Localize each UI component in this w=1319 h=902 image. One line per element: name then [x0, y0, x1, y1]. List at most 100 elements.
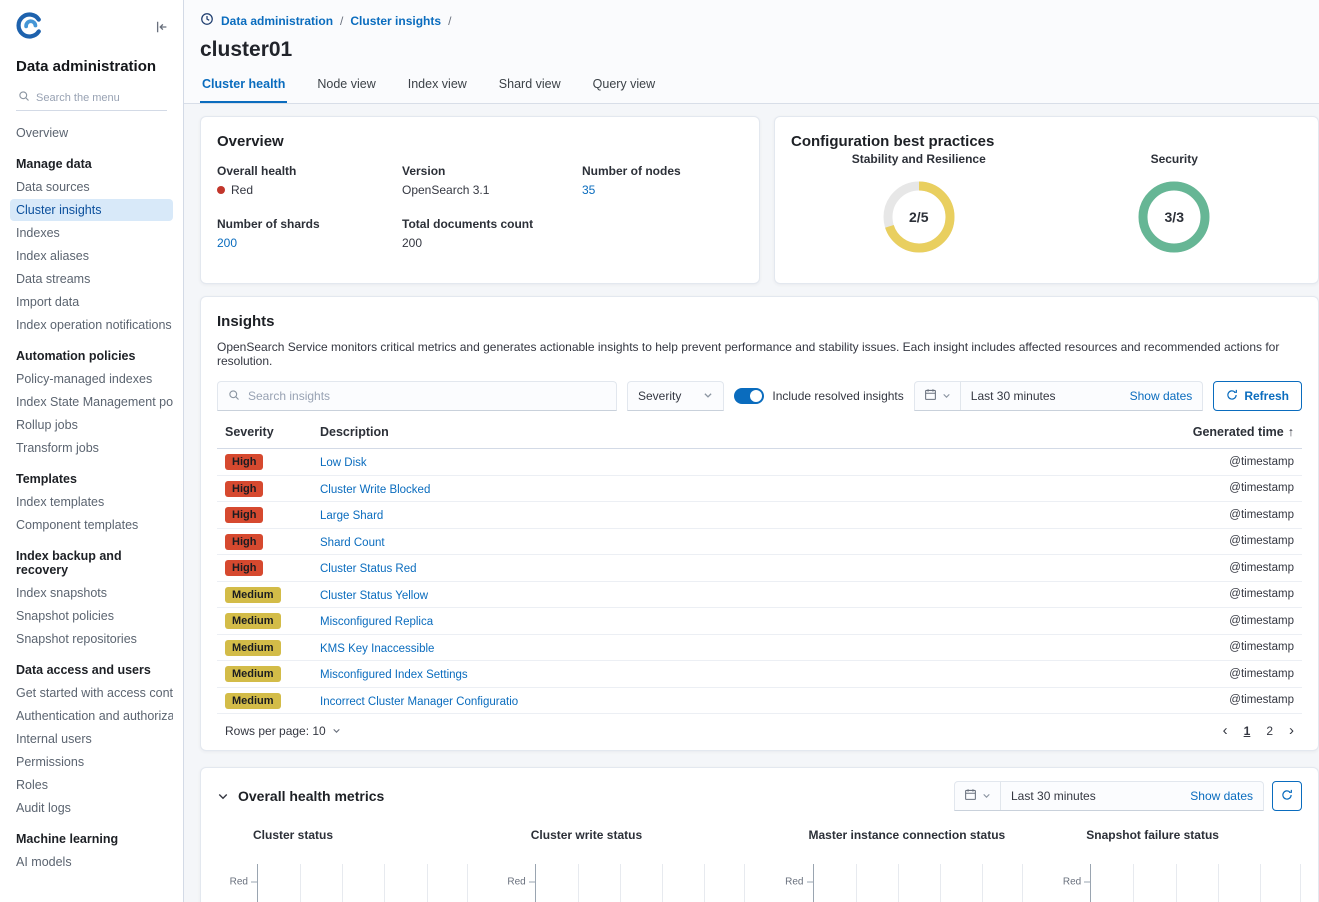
insight-link-kms-key-inaccessible[interactable]: KMS Key Inaccessible [320, 643, 434, 655]
rows-per-page-label: Rows per page: 10 [225, 724, 326, 738]
sidebar-search-input[interactable]: Search the menu [16, 85, 167, 111]
y-axis-labels: RedYellowGreen [1050, 864, 1090, 902]
sidebar-item-get-started-with-access-control[interactable]: Get started with access control [10, 682, 173, 704]
sidebar-item-indexes[interactable]: Indexes [10, 222, 173, 244]
summary-row: Overview Overall healthRedVersionOpenSea… [200, 116, 1319, 284]
calendar-dropdown-button[interactable] [915, 382, 961, 410]
refresh-button[interactable]: Refresh [1213, 381, 1302, 411]
y-axis-labels: RedYellowGreen [773, 864, 813, 902]
column-header-severity: Severity [225, 425, 320, 439]
health-metrics-title: Overall health metrics [238, 788, 384, 804]
y-label-red: Red [230, 877, 257, 888]
sidebar-item-rollup-jobs[interactable]: Rollup jobs [10, 414, 173, 436]
severity-filter-select[interactable]: Severity [627, 381, 724, 411]
sidebar-item-internal-users[interactable]: Internal users [10, 728, 173, 750]
sidebar-section-header: Manage data [10, 145, 173, 175]
sidebar-item-index-state-management-policies[interactable]: Index State Management policies [10, 391, 173, 413]
insight-link-shard-count[interactable]: Shard Count [320, 537, 385, 549]
insights-date-picker[interactable]: Last 30 minutes Show dates [914, 381, 1204, 411]
field-label: Total documents count [402, 217, 582, 231]
breadcrumb-link-data-administration[interactable]: Data administration [221, 14, 333, 28]
sidebar-item-index-templates[interactable]: Index templates [10, 491, 173, 513]
insight-link-cluster-status-yellow[interactable]: Cluster Status Yellow [320, 590, 428, 602]
next-page-button[interactable]: › [1289, 723, 1294, 738]
calendar-dropdown-button[interactable] [955, 782, 1001, 810]
sidebar-item-transform-jobs[interactable]: Transform jobs [10, 437, 173, 459]
insights-table-footer: Rows per page: 10 ‹ 1 2 › [217, 714, 1302, 742]
calendar-icon [924, 388, 937, 404]
sidebar-item-policy-managed-indexes[interactable]: Policy-managed indexes [10, 368, 173, 390]
insight-link-low-disk[interactable]: Low Disk [320, 457, 367, 469]
insights-search-input[interactable]: Search insights [217, 381, 617, 411]
sidebar-item-snapshot-policies[interactable]: Snapshot policies [10, 605, 173, 627]
sidebar-item-audit-logs[interactable]: Audit logs [10, 797, 173, 819]
severity-cell: Medium [225, 692, 320, 709]
field-value-link[interactable]: 200 [217, 236, 237, 250]
chart-snapshot-failure-status: Snapshot failure statusRedYellowGreen [1050, 828, 1302, 902]
tab-index-view[interactable]: Index view [406, 77, 469, 103]
sidebar-item-import-data[interactable]: Import data [10, 291, 173, 313]
sidebar-item-snapshot-repositories[interactable]: Snapshot repositories [10, 628, 173, 650]
sidebar-item-overview[interactable]: Overview [10, 122, 173, 144]
plot-area [535, 864, 747, 902]
main-area: Data administration/Cluster insights/ cl… [184, 0, 1319, 902]
insight-link-misconfigured-replica[interactable]: Misconfigured Replica [320, 616, 433, 628]
insight-link-incorrect-cluster-manager-configuratio[interactable]: Incorrect Cluster Manager Configuratio [320, 696, 518, 708]
previous-page-button[interactable]: ‹ [1223, 723, 1228, 738]
tab-node-view[interactable]: Node view [315, 77, 377, 103]
recent-clock-icon[interactable] [200, 12, 214, 29]
tab-cluster-health[interactable]: Cluster health [200, 77, 287, 103]
collapse-sidebar-icon[interactable] [155, 20, 169, 34]
sidebar-item-permissions[interactable]: Permissions [10, 751, 173, 773]
plot-area [257, 864, 469, 902]
show-dates-button[interactable]: Show dates [1120, 389, 1203, 403]
table-row: MediumIncorrect Cluster Manager Configur… [217, 688, 1302, 715]
rows-per-page-select[interactable]: Rows per page: 10 [225, 724, 341, 738]
insight-link-cluster-status-red[interactable]: Cluster Status Red [320, 563, 417, 575]
sidebar-item-data-sources[interactable]: Data sources [10, 176, 173, 198]
health-date-picker[interactable]: Last 30 minutes Show dates [954, 781, 1264, 811]
sidebar-item-authentication-and-authorization[interactable]: Authentication and authorization [10, 705, 173, 727]
collapse-section-chevron-icon[interactable] [217, 790, 229, 802]
column-header-generated-time[interactable]: Generated time↑ [1144, 425, 1294, 439]
page-number-1[interactable]: 1 [1244, 724, 1251, 738]
severity-badge: Medium [225, 666, 281, 682]
sidebar-item-roles[interactable]: Roles [10, 774, 173, 796]
gauge-stability-and-resilience: Stability and Resilience2/5 [791, 152, 1047, 256]
gridline [467, 864, 468, 902]
show-dates-button[interactable]: Show dates [1180, 789, 1263, 803]
insight-link-cluster-write-blocked[interactable]: Cluster Write Blocked [320, 484, 430, 496]
insight-link-large-shard[interactable]: Large Shard [320, 510, 383, 522]
overview-panel: Overview Overall healthRedVersionOpenSea… [200, 116, 760, 284]
gauge-value: 2/5 [880, 178, 958, 256]
overview-field-total-documents-count: Total documents count200 [402, 217, 582, 250]
time-range-value[interactable]: Last 30 minutes [961, 389, 1120, 403]
severity-cell: High [225, 533, 320, 550]
generated-time-cell: @timestamp [1144, 456, 1294, 468]
sidebar-item-data-streams[interactable]: Data streams [10, 268, 173, 290]
table-row: MediumKMS Key Inaccessible@timestamp [217, 635, 1302, 662]
chart-master-instance-connection-status: Master instance connection statusRedYell… [773, 828, 1025, 902]
sidebar-item-ai-models[interactable]: AI models [10, 851, 173, 873]
gridline [1300, 864, 1301, 902]
gauge-security: Security3/3 [1047, 152, 1303, 256]
include-resolved-toggle[interactable] [734, 388, 764, 404]
insight-link-misconfigured-index-settings[interactable]: Misconfigured Index Settings [320, 669, 468, 681]
sidebar-item-index-operation-notifications[interactable]: Index operation notifications [10, 314, 173, 336]
tab-shard-view[interactable]: Shard view [497, 77, 563, 103]
sidebar-item-cluster-insights[interactable]: Cluster insights [10, 199, 173, 221]
breadcrumb-link-cluster-insights[interactable]: Cluster insights [350, 14, 441, 28]
sidebar-item-component-templates[interactable]: Component templates [10, 514, 173, 536]
tab-query-view[interactable]: Query view [591, 77, 658, 103]
page-number-2[interactable]: 2 [1266, 724, 1273, 738]
refresh-button[interactable] [1272, 781, 1302, 811]
plot-row: RedYellowGreen [1050, 864, 1302, 902]
time-range-value[interactable]: Last 30 minutes [1001, 789, 1180, 803]
breadcrumb-separator: / [448, 14, 451, 28]
sidebar-item-index-aliases[interactable]: Index aliases [10, 245, 173, 267]
page-header: Data administration/Cluster insights/ cl… [184, 0, 1319, 104]
sidebar-item-index-snapshots[interactable]: Index snapshots [10, 582, 173, 604]
severity-cell: High [225, 559, 320, 576]
field-value-link[interactable]: 35 [582, 183, 595, 197]
field-value: 35 [582, 183, 743, 197]
